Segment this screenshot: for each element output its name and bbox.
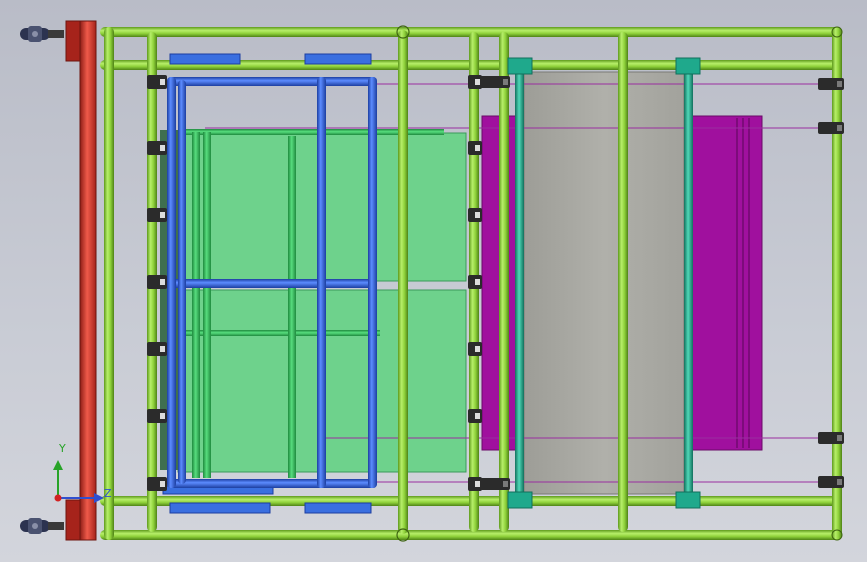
- green-panel-group[interactable]: [160, 129, 467, 478]
- teal-connector-bottom-right: [675, 491, 701, 509]
- toggle-clamp-icon[interactable]: [468, 342, 482, 356]
- caster-wheel-icon: [20, 26, 64, 42]
- toggle-clamp-icon[interactable]: [147, 275, 167, 289]
- toggle-clamp-icon[interactable]: [468, 208, 482, 222]
- blue-block-bottom-left: [169, 502, 271, 514]
- frame-rail-bottom[interactable]: [100, 530, 842, 540]
- toggle-clamp-icon[interactable]: [468, 275, 482, 289]
- toggle-clamp-icon[interactable]: [480, 76, 510, 88]
- blue-frame-post-left[interactable]: [167, 77, 176, 488]
- gray-center-panel[interactable]: [523, 71, 685, 495]
- teal-connector-top-right: [675, 57, 701, 75]
- blue-block-top-right: [304, 53, 372, 65]
- toggle-clamp-icon[interactable]: [147, 141, 167, 155]
- frame-post-4[interactable]: [499, 32, 509, 532]
- toggle-clamp-icon[interactable]: [147, 75, 167, 89]
- teal-post-left[interactable]: [515, 62, 524, 502]
- frame-post-center[interactable]: [398, 30, 408, 534]
- blue-frame-post-inner[interactable]: [178, 80, 186, 484]
- toggle-clamp-icon[interactable]: [468, 477, 482, 491]
- toggle-clamp-icon[interactable]: [480, 478, 510, 490]
- toggle-clamp-icon[interactable]: [147, 342, 167, 356]
- toggle-clamp-icon[interactable]: [468, 409, 482, 423]
- assembly-top-view[interactable]: [0, 0, 867, 562]
- toggle-clamp-icon[interactable]: [468, 75, 482, 89]
- blue-block-top-left: [169, 53, 241, 65]
- blue-frame-post-center[interactable]: [317, 77, 326, 488]
- toggle-clamp-icon[interactable]: [147, 409, 167, 423]
- cad-viewport[interactable]: Y Z: [0, 0, 867, 562]
- frame-post-right[interactable]: [832, 27, 842, 540]
- blue-frame-rail-bottom[interactable]: [167, 479, 377, 488]
- teal-connector-top-left: [507, 57, 533, 75]
- green-tube-post-2: [203, 132, 211, 478]
- toggle-clamp-icon[interactable]: [818, 122, 844, 134]
- teal-post-right[interactable]: [684, 62, 693, 502]
- frame-post-inner-left[interactable]: [104, 27, 114, 540]
- magenta-panel-right[interactable]: [689, 115, 763, 451]
- blue-frame-rail-middle[interactable]: [167, 279, 377, 288]
- blue-block-bottom-right: [304, 502, 372, 514]
- teal-connector-bottom-left: [507, 491, 533, 509]
- toggle-clamp-icon[interactable]: [818, 476, 844, 488]
- frame-post-5[interactable]: [618, 32, 628, 532]
- green-tube-post-3: [288, 136, 296, 478]
- toggle-clamp-icon[interactable]: [818, 432, 844, 444]
- green-tube-post-1: [192, 132, 200, 478]
- caster-wheel-icon: [20, 518, 64, 534]
- axis-y-label: Y: [59, 442, 66, 455]
- toggle-clamp-icon[interactable]: [147, 208, 167, 222]
- axis-z-label: Z: [104, 487, 112, 500]
- toggle-clamp-icon[interactable]: [468, 141, 482, 155]
- toggle-clamp-icon[interactable]: [818, 78, 844, 90]
- red-bar[interactable]: [79, 20, 97, 541]
- red-end-bar[interactable]: [65, 20, 97, 541]
- blue-frame-rail-top[interactable]: [167, 77, 377, 86]
- toggle-clamp-icon[interactable]: [147, 477, 167, 491]
- blue-frame-post-right[interactable]: [368, 77, 377, 488]
